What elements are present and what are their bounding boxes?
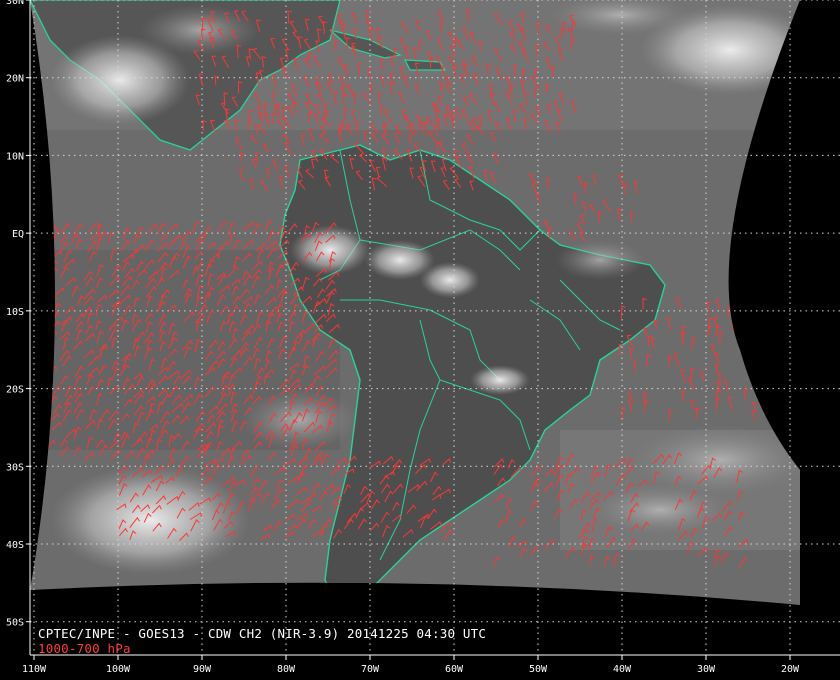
latitude-labels: 30N 20N 10N EQ 10S 20S 30S 40S 50S <box>6 0 31 629</box>
wind-barb <box>748 334 753 347</box>
land-africa-edge <box>810 40 840 140</box>
lon-tick-label: 100W <box>106 664 131 675</box>
wind-barb <box>749 328 755 340</box>
wind-barb <box>754 370 759 383</box>
lat-tick-label: 10S <box>6 307 24 318</box>
satellite-map: 30N 20N 10N EQ 10S 20S 30S 40S 50S 110W 100W 90W 80… <box>0 0 840 680</box>
wind-barb <box>764 328 769 339</box>
lat-tick-label: 40S <box>6 540 24 551</box>
lat-tick-label: 20N <box>6 74 24 85</box>
lon-tick-label: 50W <box>529 664 548 675</box>
map-canvas: 30N 20N 10N EQ 10S 20S 30S 40S 50S 110W 100W 90W 80… <box>6 0 840 675</box>
wind-barb <box>768 371 774 383</box>
lon-tick-label: 20W <box>781 664 800 675</box>
pressure-level-label: 1000-700 hPa <box>38 641 131 656</box>
wind-barb <box>758 319 766 332</box>
lon-tick-label: 90W <box>193 664 212 675</box>
lon-tick-label: 110W <box>22 664 47 675</box>
lat-tick-label: 10N <box>6 151 24 162</box>
lon-tick-label: 80W <box>277 664 296 675</box>
wind-barb <box>767 353 773 364</box>
wind-barb <box>756 320 762 331</box>
wind-barb <box>752 378 758 390</box>
lon-tick-label: 40W <box>613 664 632 675</box>
lat-tick-label: EQ <box>12 229 24 240</box>
lat-tick-label: 20S <box>6 385 24 396</box>
lon-tick-label: 60W <box>445 664 464 675</box>
image-caption: CPTEC/INPE - GOES13 - CDW CH2 (NIR-3.9) … <box>38 626 487 641</box>
wind-barb <box>740 331 745 345</box>
lat-tick-label: 30S <box>6 462 24 473</box>
wind-barb <box>752 309 757 323</box>
lat-tick-label: 30N <box>6 0 24 7</box>
lon-tick-label: 30W <box>697 664 716 675</box>
lat-tick-label: 50S <box>6 618 24 629</box>
lon-tick-label: 70W <box>361 664 380 675</box>
